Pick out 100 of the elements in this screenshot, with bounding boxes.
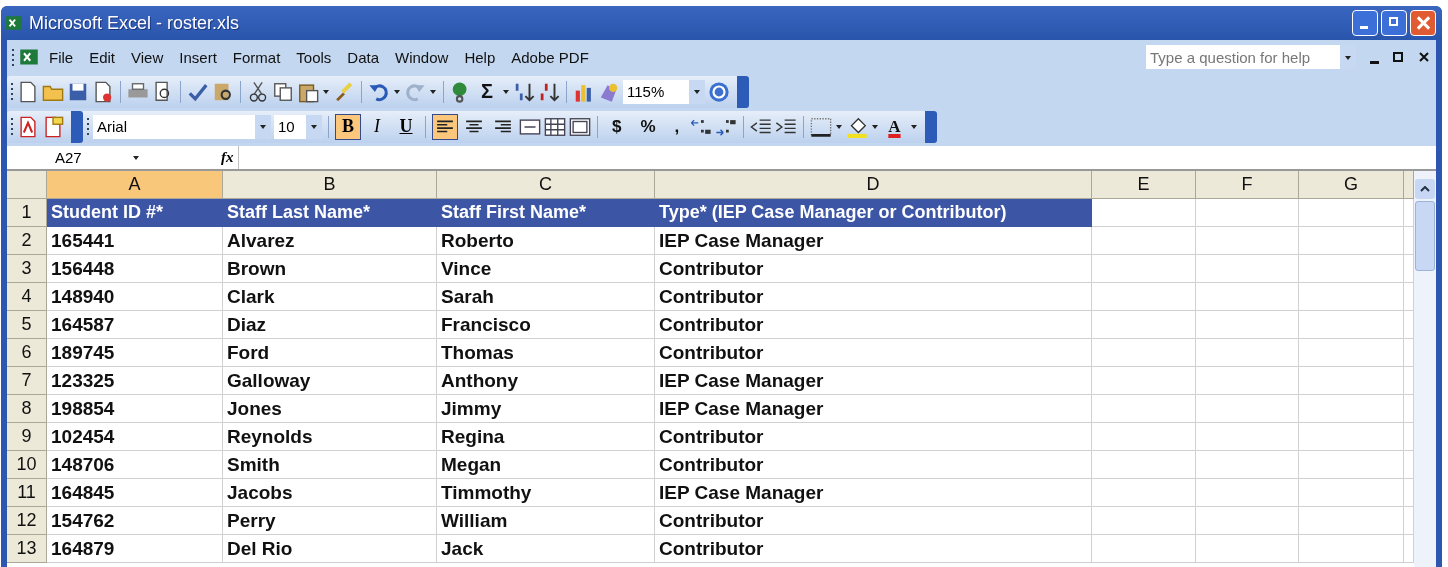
caret-icon[interactable] <box>909 124 918 129</box>
row-header[interactable]: 2 <box>7 227 47 255</box>
menu-item[interactable]: Insert <box>173 46 223 68</box>
row-header[interactable]: 9 <box>7 423 47 451</box>
table-cell: Smith <box>223 451 437 479</box>
caret-icon[interactable] <box>429 89 437 94</box>
font-dropdown[interactable]: Arial <box>93 114 271 139</box>
table-cell: Contributor <box>655 283 1092 311</box>
table-cell: Del Rio <box>223 535 437 563</box>
menu-item[interactable]: File <box>43 46 80 68</box>
italic-button[interactable]: I <box>364 113 390 140</box>
number-format-button[interactable]: % <box>632 116 664 137</box>
table-cell: 164587 <box>47 311 223 339</box>
menu-item[interactable]: Data <box>341 46 386 68</box>
table-cell: Jack <box>437 535 655 563</box>
bold-button[interactable]: B <box>335 113 361 140</box>
column-title-cell: Staff Last Name* <box>223 199 437 227</box>
close-button[interactable] <box>1410 10 1436 36</box>
table-cell: Timmothy <box>437 479 655 507</box>
help-search-field[interactable]: Type a question for help <box>1146 45 1356 69</box>
menu-item[interactable]: Format <box>226 46 287 68</box>
toolbar-grip-icon[interactable] <box>10 117 14 136</box>
underline-button[interactable]: U <box>393 113 419 140</box>
help-icon[interactable] <box>708 80 730 103</box>
caret-icon[interactable] <box>393 89 401 94</box>
zoom-dropdown[interactable]: 115% <box>623 79 705 104</box>
caret-icon <box>310 124 318 129</box>
table-cell: Roberto <box>437 227 655 255</box>
table-cell: Brown <box>223 255 437 283</box>
font-size-dropdown[interactable]: 10 <box>274 114 322 139</box>
toolbar-grip-icon[interactable] <box>10 82 14 101</box>
column-title-cell: Student ID #* <box>47 199 223 227</box>
copy-icon[interactable] <box>272 80 294 103</box>
table-cell: Contributor <box>655 311 1092 339</box>
vertical-scrollbar[interactable] <box>1414 171 1436 567</box>
borders-icon[interactable] <box>810 115 833 138</box>
column-header[interactable]: G <box>1299 171 1404 199</box>
restore-button[interactable] <box>1381 10 1407 36</box>
workbook-icon[interactable] <box>19 47 39 67</box>
table-icon[interactable] <box>544 115 566 138</box>
caret-icon[interactable] <box>835 124 844 129</box>
scroll-thumb[interactable] <box>1415 201 1435 271</box>
row-header[interactable]: 12 <box>7 507 47 535</box>
row-header[interactable]: 6 <box>7 339 47 367</box>
caret-icon[interactable] <box>502 89 510 94</box>
toolbar-options-button[interactable] <box>924 110 937 143</box>
column-header[interactable]: D <box>655 171 1092 199</box>
align-left-button[interactable] <box>432 113 458 140</box>
caret-icon <box>1344 54 1352 60</box>
row-header[interactable]: 7 <box>7 367 47 395</box>
row-header[interactable]: 13 <box>7 535 47 563</box>
new-document-icon[interactable] <box>17 80 39 103</box>
minimize-workbook-button[interactable] <box>1370 60 1379 64</box>
toolbar-grip-icon[interactable] <box>11 47 15 67</box>
minimize-button[interactable] <box>1352 10 1378 36</box>
menu-item[interactable]: Edit <box>83 46 122 68</box>
pdf-icon[interactable] <box>17 115 39 138</box>
toolbar-grip-icon[interactable] <box>86 117 90 136</box>
row-header[interactable]: 4 <box>7 283 47 311</box>
scroll-up-button[interactable] <box>1415 179 1435 199</box>
table-cell: 102454 <box>47 423 223 451</box>
menu-item[interactable]: Help <box>458 46 502 68</box>
row-header[interactable]: 1 <box>7 199 47 227</box>
row-header[interactable]: 8 <box>7 395 47 423</box>
column-header[interactable]: E <box>1092 171 1196 199</box>
table-cell: 189745 <box>47 339 223 367</box>
scissors-icon[interactable] <box>247 80 269 103</box>
column-header[interactable]: B <box>223 171 437 199</box>
window-title: Microsoft Excel - roster.xls <box>29 12 241 34</box>
restore-workbook-button[interactable] <box>1393 52 1403 62</box>
table-cell: Alvarez <box>223 227 437 255</box>
row-header[interactable]: 11 <box>7 479 47 507</box>
close-workbook-button[interactable] <box>1418 51 1430 63</box>
toolbar-options-button[interactable] <box>737 75 749 108</box>
table-cell: IEP Case Manager <box>655 479 1092 507</box>
column-header[interactable]: A <box>47 171 223 199</box>
menu-item[interactable]: Adobe PDF <box>505 46 595 68</box>
row-header[interactable]: 10 <box>7 451 47 479</box>
caret-icon[interactable] <box>322 89 330 94</box>
caret-icon[interactable] <box>871 124 880 129</box>
column-header[interactable]: F <box>1196 171 1299 199</box>
table-cell: 154762 <box>47 507 223 535</box>
menu-item[interactable]: Tools <box>290 46 338 68</box>
column-header[interactable]: C <box>437 171 655 199</box>
menu-item[interactable]: Window <box>389 46 455 68</box>
table-cell: Diaz <box>223 311 437 339</box>
fill-color-icon[interactable] <box>846 115 869 138</box>
table-cell: Vince <box>437 255 655 283</box>
number-format-button[interactable]: $ <box>604 116 630 137</box>
format-painter-icon[interactable] <box>333 80 355 103</box>
row-header[interactable]: 5 <box>7 311 47 339</box>
frame-icon[interactable] <box>569 115 591 138</box>
autosum-button[interactable]: Σ <box>475 80 499 103</box>
number-format-button[interactable]: , <box>666 116 688 137</box>
font-color-button[interactable]: A <box>882 116 907 137</box>
menu-item[interactable]: View <box>125 46 170 68</box>
row-header[interactable]: 3 <box>7 255 47 283</box>
toolbar-options-button[interactable] <box>71 110 83 143</box>
pdf-comment-icon[interactable] <box>42 115 64 138</box>
table-cell: IEP Case Manager <box>655 227 1092 255</box>
